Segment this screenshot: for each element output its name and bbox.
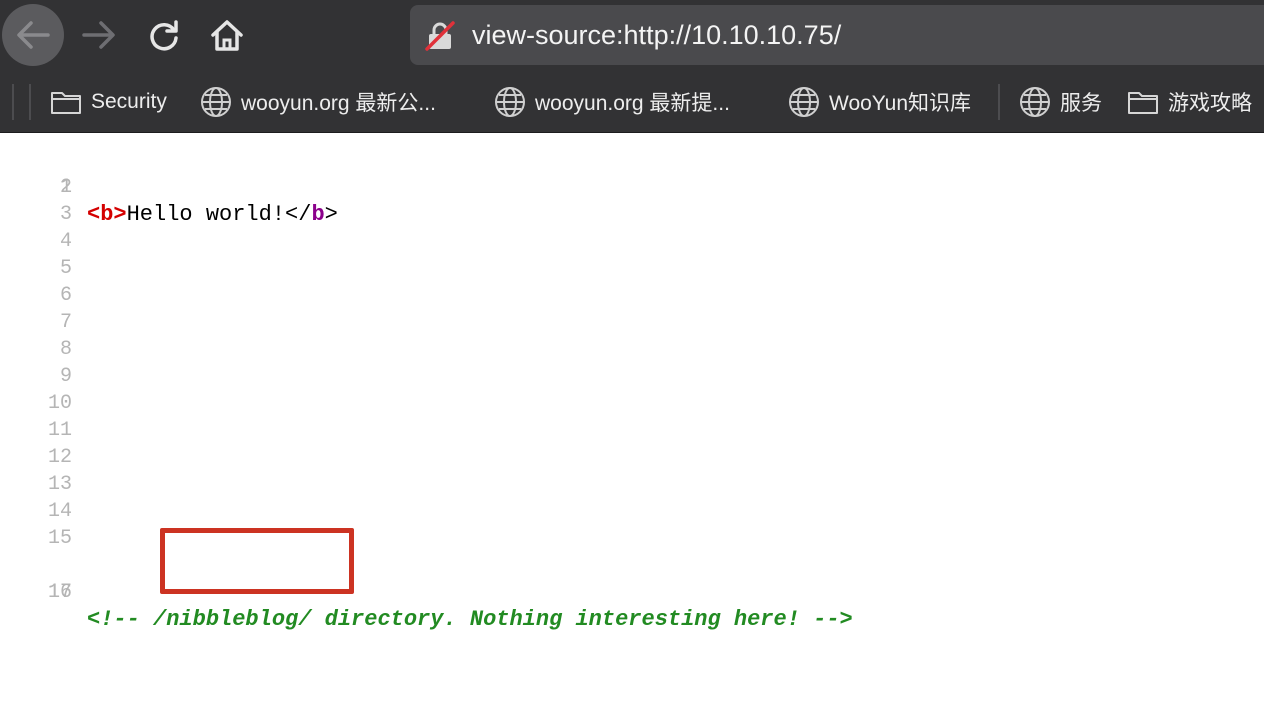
bookmark-wooyun-public[interactable]: wooyun.org 最新公... (200, 72, 436, 132)
bookmark-label: 服务 (1060, 92, 1102, 115)
bookmarks-separator (29, 84, 31, 120)
folder-icon (1128, 92, 1158, 114)
html-comment: <!-- /nibbleblog/ directory. Nothing int… (87, 607, 853, 632)
source-code: <b>Hello world!</b> (87, 201, 338, 228)
bookmark-label: Security (91, 90, 167, 113)
reload-button[interactable] (131, 2, 197, 68)
line-number: 9 (59, 365, 72, 388)
line-number: 13 (47, 473, 72, 496)
insecure-lock-icon (425, 21, 455, 51)
line-number: 14 (47, 500, 72, 523)
bookmark-label: wooyun.org 最新公... (241, 92, 436, 115)
folder-icon (51, 92, 81, 114)
line-number: 5 (59, 257, 72, 280)
forward-button[interactable] (66, 2, 132, 68)
bookmarks-separator (998, 84, 1000, 120)
tag-open-bracket: </ (285, 202, 312, 227)
source-line: 1 <b>Hello world!</b> (0, 147, 338, 227)
bookmarks-separator (12, 84, 14, 120)
line-number: 6 (59, 284, 72, 307)
bookmark-services[interactable]: 服务 (1019, 72, 1102, 132)
line-number: 17 (47, 581, 72, 604)
tag-name: b (311, 202, 325, 227)
line-number: 11 (47, 419, 72, 442)
globe-icon (1020, 87, 1050, 117)
source-line: 16 <!-- /nibbleblog/ directory. Nothing … (0, 552, 853, 632)
tag-name: b (100, 202, 114, 227)
tag-open-bracket: < (87, 202, 101, 227)
highlight-annotation-box (160, 528, 354, 594)
view-source-content: 1 <b>Hello world!</b> 2 3 4 5 6 7 8 9 10… (0, 133, 1264, 708)
bookmark-label: WooYun知识库 (829, 92, 972, 115)
reload-icon (150, 20, 178, 51)
line-number: 4 (59, 230, 72, 253)
bookmarks-bar: Security wooyun.org 最新公... wooyun.org 最新… (0, 72, 1264, 133)
home-button[interactable] (194, 2, 260, 68)
line-number: 7 (59, 311, 72, 334)
line-number: 8 (59, 338, 72, 361)
bookmark-wooyun-kb[interactable]: WooYun知识库 (788, 72, 971, 132)
globe-icon (789, 87, 819, 117)
tag-close-bracket: > (113, 202, 127, 227)
bookmark-game-guides[interactable]: 游戏攻略 (1127, 72, 1252, 132)
line-number: 12 (47, 446, 72, 469)
bookmark-wooyun-submit[interactable]: wooyun.org 最新提... (494, 72, 730, 132)
bookmark-security[interactable]: Security (50, 72, 167, 132)
text-content: Hello world! (126, 202, 286, 227)
bookmark-label: wooyun.org 最新提... (535, 92, 730, 115)
browser-toolbar: view-source:http://10.10.10.75/ (0, 0, 1264, 72)
address-bar[interactable]: view-source:http://10.10.10.75/ (410, 5, 1264, 65)
back-button[interactable] (0, 2, 66, 68)
globe-icon (495, 87, 525, 117)
home-icon (211, 20, 243, 51)
tag-close-bracket: > (324, 202, 338, 227)
line-number: 3 (59, 203, 72, 226)
line-number: 15 (47, 527, 72, 550)
line-number: 2 (59, 176, 72, 199)
arrow-right-icon (82, 21, 115, 49)
globe-icon (201, 87, 231, 117)
arrow-left-icon (17, 21, 50, 49)
url-text[interactable]: view-source:http://10.10.10.75/ (472, 5, 841, 65)
bookmark-label: 游戏攻略 (1168, 92, 1252, 115)
line-number: 10 (47, 392, 72, 415)
